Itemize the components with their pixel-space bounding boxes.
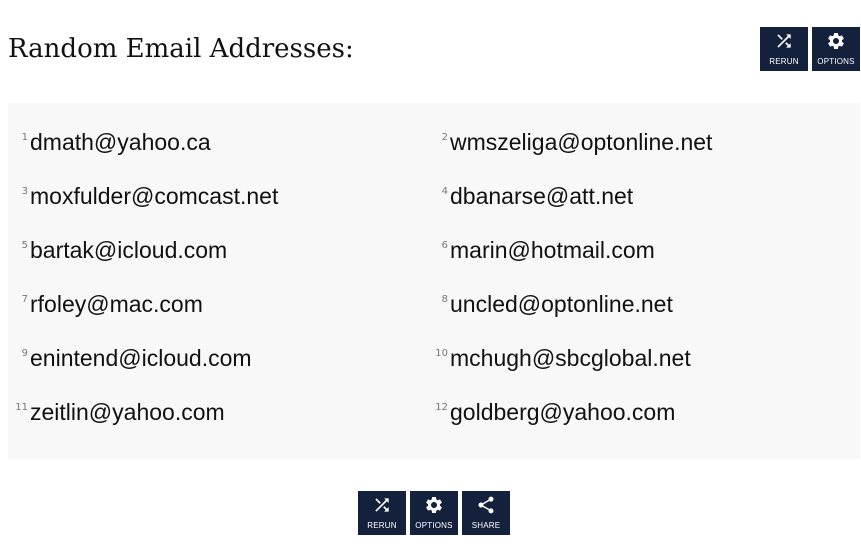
options-button[interactable]: OPTIONS: [812, 27, 860, 71]
rerun-label: RERUN: [769, 57, 799, 66]
item-number: 7: [21, 293, 28, 305]
email-item: 11 zeitlin@yahoo.com: [8, 386, 426, 440]
share-label: SHARE: [471, 521, 501, 530]
gear-icon: [826, 31, 846, 51]
item-number: 11: [15, 401, 28, 413]
rerun-button[interactable]: RERUN: [358, 491, 406, 535]
item-number: 4: [441, 185, 448, 197]
email-address: uncled@optonline.net: [450, 290, 673, 317]
email-address: zeitlin@yahoo.com: [30, 398, 225, 425]
options-label: OPTIONS: [817, 57, 855, 66]
email-item: 3 moxfulder@comcast.net: [8, 170, 426, 224]
item-number: 12: [435, 401, 448, 413]
item-number: 10: [435, 347, 448, 359]
email-item: 12 goldberg@yahoo.com: [426, 386, 860, 440]
email-item: 7 rfoley@mac.com: [8, 278, 426, 332]
email-item: 2 wmszeliga@optonline.net: [426, 116, 860, 170]
results-panel: 1 dmath@yahoo.ca 2 wmszeliga@optonline.n…: [8, 103, 860, 459]
share-button[interactable]: SHARE: [462, 491, 510, 535]
email-item: 4 dbanarse@att.net: [426, 170, 860, 224]
email-item: 10 mchugh@sbcglobal.net: [426, 332, 860, 386]
item-number: 1: [21, 131, 28, 143]
top-action-bar: RERUN OPTIONS: [760, 27, 860, 71]
item-number: 5: [21, 239, 28, 251]
email-item: 1 dmath@yahoo.ca: [8, 116, 426, 170]
email-address: rfoley@mac.com: [30, 290, 203, 317]
email-item: 8 uncled@optonline.net: [426, 278, 860, 332]
item-number: 9: [21, 347, 28, 359]
item-number: 2: [441, 131, 448, 143]
shuffle-icon: [372, 495, 392, 515]
item-number: 3: [21, 185, 28, 197]
email-item: 9 enintend@icloud.com: [8, 332, 426, 386]
email-address: dbanarse@att.net: [450, 182, 634, 209]
email-address: enintend@icloud.com: [30, 344, 252, 371]
email-address: goldberg@yahoo.com: [450, 398, 676, 425]
email-item: 6 marin@hotmail.com: [426, 224, 860, 278]
email-address: bartak@icloud.com: [30, 236, 228, 263]
email-address: mchugh@sbcglobal.net: [450, 344, 691, 371]
email-address: marin@hotmail.com: [450, 236, 655, 263]
page-title: Random Email Addresses:: [8, 34, 354, 64]
item-number: 8: [441, 293, 448, 305]
rerun-button[interactable]: RERUN: [760, 27, 808, 71]
options-button[interactable]: OPTIONS: [410, 491, 458, 535]
email-item: 5 bartak@icloud.com: [8, 224, 426, 278]
email-list: 1 dmath@yahoo.ca 2 wmszeliga@optonline.n…: [8, 116, 860, 440]
email-address: moxfulder@comcast.net: [30, 182, 279, 209]
header: Random Email Addresses: RERUN OPTIONS: [0, 0, 861, 100]
gear-icon: [424, 495, 444, 515]
email-address: dmath@yahoo.ca: [30, 128, 211, 155]
item-number: 6: [441, 239, 448, 251]
email-address: wmszeliga@optonline.net: [450, 128, 713, 155]
shuffle-icon: [774, 31, 794, 51]
share-icon: [476, 495, 496, 515]
options-label: OPTIONS: [415, 521, 453, 530]
rerun-label: RERUN: [367, 521, 397, 530]
bottom-action-bar: RERUN OPTIONS SHARE: [358, 491, 510, 535]
